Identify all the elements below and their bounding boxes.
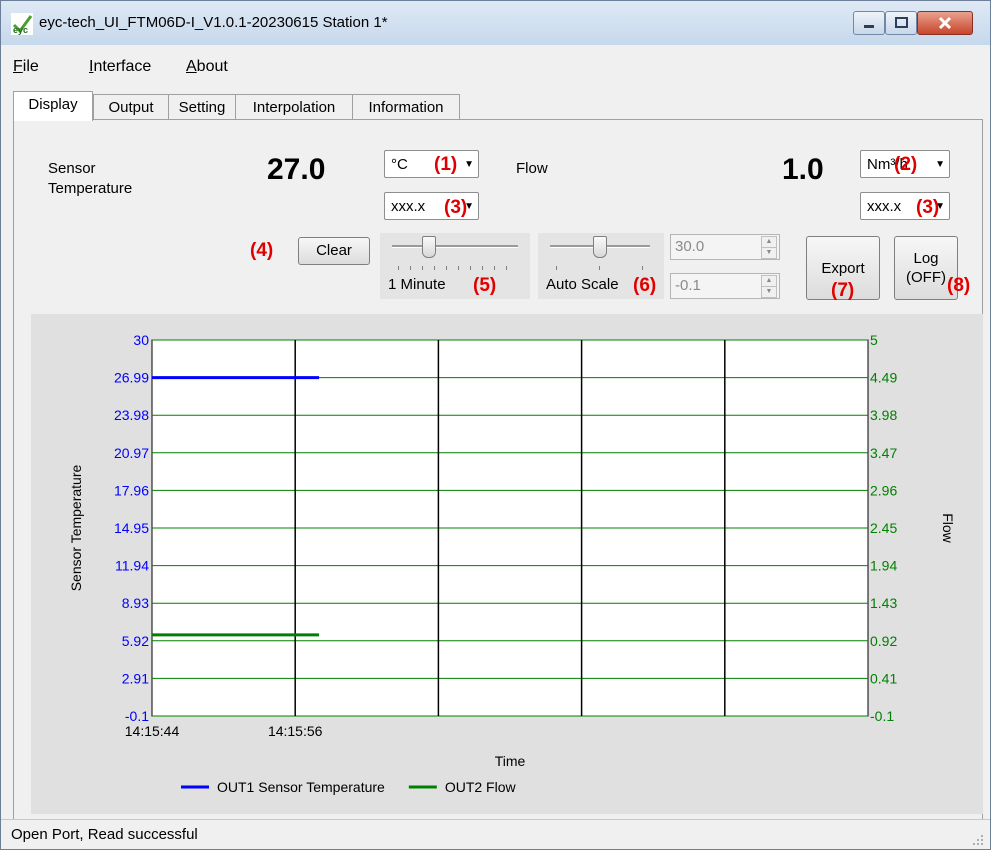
minimize-icon xyxy=(864,25,874,28)
scale-max-input[interactable]: 30.0 ▲ ▼ xyxy=(670,234,780,260)
scale-min-input[interactable]: -0.1 ▲ ▼ xyxy=(670,273,780,299)
y-tick-label: 8.93 xyxy=(122,595,149,611)
tab-output[interactable]: Output xyxy=(93,94,169,120)
y2-tick-label: 0.92 xyxy=(870,633,897,649)
y-tick-label: -0.1 xyxy=(125,708,149,724)
menu-interface[interactable]: Interface xyxy=(89,58,151,76)
annotation-6: (6) xyxy=(633,275,657,296)
annotation-1: (1) xyxy=(434,154,458,175)
y2-tick-label: 5 xyxy=(870,332,878,348)
y-tick-label: 30 xyxy=(133,332,149,348)
tab-display[interactable]: Display xyxy=(13,91,93,121)
y2-tick-label: 0.41 xyxy=(870,670,897,686)
flow-value: 1.0 xyxy=(782,153,824,186)
autoscale-label: Auto Scale xyxy=(546,276,619,293)
annotation-3-left: (3) xyxy=(444,197,468,218)
app-logo-icon: eyc xyxy=(11,13,33,35)
tab-setting[interactable]: Setting xyxy=(168,94,236,120)
annotation-3-right: (3) xyxy=(916,197,940,218)
x-axis-title: Time xyxy=(495,753,526,769)
status-bar: Open Port, Read successful xyxy=(1,819,990,849)
y-tick-label: 26.99 xyxy=(114,370,149,386)
sensor-temp-value: 27.0 xyxy=(267,153,326,186)
minimize-button[interactable] xyxy=(853,11,885,35)
chevron-down-icon: ▼ xyxy=(935,159,945,170)
maximize-button[interactable] xyxy=(885,11,917,35)
annotation-2: (2) xyxy=(894,154,918,175)
annotation-4: (4) xyxy=(250,240,274,261)
maximize-icon xyxy=(895,17,908,28)
display-panel: Sensor Temperature 27.0 °C ▼ (1) xxx.x ▼ (… xyxy=(13,119,983,821)
y-tick-label: 14.95 xyxy=(114,520,149,536)
y2-axis-title: Flow xyxy=(940,513,956,543)
y-tick-label: 20.97 xyxy=(114,445,149,461)
status-text: Open Port, Read successful xyxy=(11,826,198,843)
tab-interpolation[interactable]: Interpolation xyxy=(235,94,353,120)
title-bar[interactable]: eyc eyc-tech_UI_FTM06D-I_V1.0.1-20230615… xyxy=(1,1,990,45)
y2-tick-label: 1.43 xyxy=(870,595,897,611)
annotation-8: (8) xyxy=(947,275,971,296)
y-tick-label: 23.98 xyxy=(114,407,149,423)
app-window: eyc eyc-tech_UI_FTM06D-I_V1.0.1-20230615… xyxy=(0,0,991,850)
y2-tick-label: 3.47 xyxy=(870,445,897,461)
spin-down-icon[interactable]: ▼ xyxy=(761,286,777,298)
close-icon xyxy=(938,16,952,30)
y2-tick-label: 2.96 xyxy=(870,482,897,498)
time-range-label: 1 Minute xyxy=(388,276,446,293)
temp-unit-select[interactable]: °C ▼ xyxy=(384,150,479,178)
trend-chart-svg: 30 26.99 23.98 20.97 17.96 14.95 11.94 8.93 5.92… xyxy=(68,332,956,795)
menu-file[interactable]: File xyxy=(13,58,39,76)
flow-label: Flow xyxy=(516,160,548,177)
y2-tick-label: 1.94 xyxy=(870,558,897,574)
y2-tick-label: 4.49 xyxy=(870,370,897,386)
trend-chart: 30 26.99 23.98 20.97 17.96 14.95 11.94 8.93 5.92… xyxy=(31,314,983,814)
spin-down-icon[interactable]: ▼ xyxy=(761,247,777,259)
window-title: eyc-tech_UI_FTM06D-I_V1.0.1-20230615 Sta… xyxy=(39,14,388,31)
close-button[interactable] xyxy=(917,11,973,35)
autoscale-slider[interactable] xyxy=(593,236,607,258)
chevron-down-icon: ▼ xyxy=(464,159,474,170)
x-tick-label: 14:15:56 xyxy=(268,723,323,739)
y2-tick-label: 2.45 xyxy=(870,520,897,536)
legend-label: OUT2 Flow xyxy=(445,779,517,795)
y-axis-title: Sensor Temperature xyxy=(68,464,84,591)
time-range-slider-box: 1 Minute xyxy=(380,233,530,299)
menu-about[interactable]: About xyxy=(186,58,228,76)
x-tick-label: 14:15:44 xyxy=(125,723,180,739)
y-tick-label: 11.94 xyxy=(115,558,149,574)
sensor-temp-label-line1: Sensor xyxy=(48,160,96,177)
clear-button[interactable]: Clear xyxy=(298,237,370,265)
time-range-slider[interactable] xyxy=(422,236,436,258)
y-tick-label: 5.92 xyxy=(122,633,149,649)
menu-bar: File Interface About xyxy=(1,45,990,83)
tab-information[interactable]: Information xyxy=(352,94,460,120)
legend-label: OUT1 Sensor Temperature xyxy=(217,779,385,795)
sensor-temp-label-line2: Temperature xyxy=(48,180,133,197)
y-tick-label: 17.96 xyxy=(114,482,149,498)
y2-tick-label: 3.98 xyxy=(870,407,897,423)
y-tick-label: 2.91 xyxy=(122,670,149,686)
resize-grip-icon[interactable] xyxy=(972,834,984,846)
svg-text:eyc: eyc xyxy=(13,25,28,35)
annotation-7: (7) xyxy=(831,280,855,301)
y2-tick-label: -0.1 xyxy=(870,708,894,724)
annotation-5: (5) xyxy=(473,275,497,296)
